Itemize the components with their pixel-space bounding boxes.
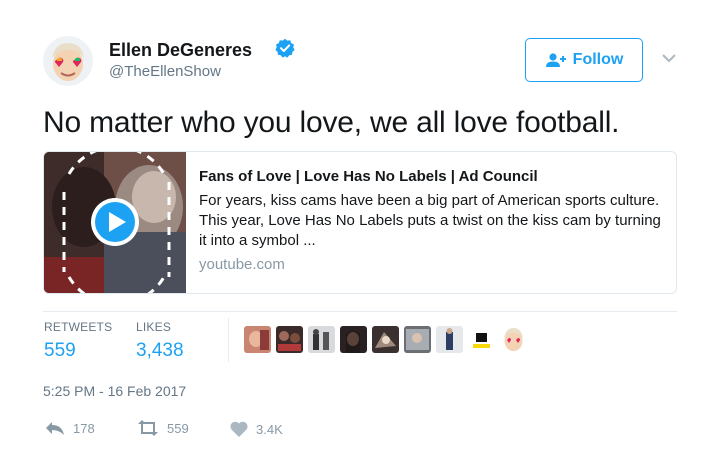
liker-avatar[interactable]	[340, 326, 367, 353]
retweet-count: 559	[167, 420, 189, 436]
retweet-icon	[138, 420, 158, 436]
liker-avatar[interactable]	[500, 326, 527, 353]
like-action[interactable]: 3.4K	[229, 420, 283, 438]
follow-button[interactable]: Follow	[525, 38, 643, 82]
verified-badge-icon	[275, 38, 295, 58]
like-count: 3.4K	[256, 421, 283, 437]
follow-button-label: Follow	[572, 51, 624, 68]
author-name[interactable]: Ellen DeGeneres	[109, 40, 252, 61]
play-icon	[91, 198, 139, 246]
liker-avatar[interactable]	[372, 326, 399, 353]
liker-avatar[interactable]	[404, 326, 431, 353]
add-user-icon	[545, 53, 566, 67]
card-domain[interactable]: youtube.com	[199, 256, 285, 273]
tweet: Ellen DeGeneres @TheEllenShow Follow No …	[0, 0, 720, 472]
stats-separator	[228, 318, 229, 362]
liker-avatar[interactable]	[468, 326, 495, 353]
author-avatar[interactable]	[43, 36, 93, 86]
author-handle[interactable]: @TheEllenShow	[109, 63, 221, 80]
heart-icon	[230, 421, 248, 437]
liker-avatar[interactable]	[276, 326, 303, 353]
liker-avatar[interactable]	[436, 326, 463, 353]
retweet-action[interactable]: 559	[136, 420, 189, 436]
card-description: For years, kiss cams have been a big par…	[199, 192, 661, 249]
liker-avatar[interactable]	[308, 326, 335, 353]
card-title[interactable]: Fans of Love | Love Has No Labels | Ad C…	[199, 168, 538, 185]
retweets-label: RETWEETS	[44, 320, 113, 334]
reply-action[interactable]: 178	[44, 420, 95, 436]
tweet-timestamp[interactable]: 5:25 PM - 16 Feb 2017	[43, 383, 186, 399]
chevron-down-icon[interactable]	[661, 52, 677, 64]
liker-avatar[interactable]	[244, 326, 271, 353]
link-card[interactable]: Fans of Love | Love Has No Labels | Ad C…	[43, 151, 677, 294]
likes-stat[interactable]: LIKES 3,438	[136, 320, 184, 362]
likes-label: LIKES	[136, 320, 172, 334]
retweets-count: 559	[44, 340, 76, 361]
divider	[43, 311, 677, 312]
tweet-text: No matter who you love, we all love foot…	[43, 106, 620, 139]
retweets-stat[interactable]: RETWEETS 559	[44, 320, 112, 362]
liker-avatars	[244, 326, 527, 353]
reply-count: 178	[73, 420, 95, 436]
likes-count: 3,438	[136, 340, 184, 361]
video-thumbnail[interactable]	[44, 152, 186, 293]
reply-icon	[46, 422, 64, 435]
